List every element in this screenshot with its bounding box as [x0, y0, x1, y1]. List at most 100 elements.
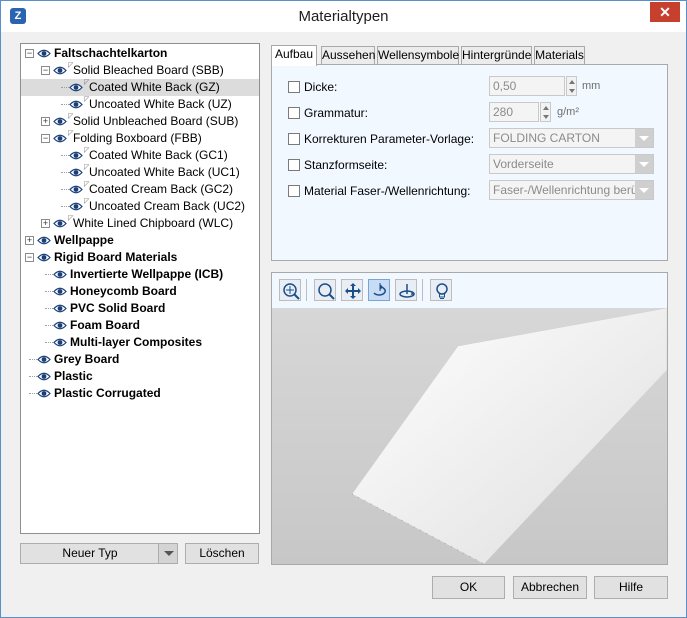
tree-item[interactable]: − ◸ Solid Bleached Board (SBB): [21, 62, 259, 79]
fiber-direction-value: Faser-/Wellenrichtung berück: [493, 183, 650, 197]
visibility-eye-icon[interactable]: [69, 201, 83, 212]
die-side-dropdown[interactable]: Vorderseite: [489, 154, 654, 174]
tab-aufbau[interactable]: Aufbau: [271, 45, 317, 66]
zoom-icon[interactable]: [314, 279, 336, 301]
new-type-dropdown-button[interactable]: Neuer Typ: [20, 543, 178, 564]
expand-icon[interactable]: +: [25, 236, 34, 245]
chevron-down-icon[interactable]: [635, 181, 653, 199]
thickness-unit: mm: [582, 80, 601, 92]
tree-item[interactable]: Plastic Corrugated: [21, 385, 259, 402]
tree-item[interactable]: + Wellpappe: [21, 232, 259, 249]
tree-connector: [61, 189, 69, 190]
visibility-eye-icon[interactable]: [53, 65, 67, 76]
fiber-direction-checkbox[interactable]: [288, 185, 300, 197]
close-button[interactable]: ✕: [650, 2, 680, 22]
tree-item[interactable]: Grey Board: [21, 351, 259, 368]
3d-canvas[interactable]: [272, 307, 668, 565]
help-button[interactable]: Hilfe: [594, 576, 668, 599]
visibility-eye-icon[interactable]: [53, 133, 67, 144]
collapse-icon[interactable]: −: [41, 66, 50, 75]
tree-item-label: Uncoated White Back (UC1): [89, 165, 240, 179]
fiber-direction-dropdown[interactable]: Faser-/Wellenrichtung berück: [489, 180, 654, 200]
tree-item[interactable]: PVC Solid Board: [21, 300, 259, 317]
visibility-eye-icon[interactable]: [69, 82, 83, 93]
rotate-icon[interactable]: [368, 279, 390, 301]
grammage-label: Grammatur:: [304, 106, 369, 120]
tab-materials[interactable]: Materials: [534, 46, 585, 64]
tree-item[interactable]: ◸ Uncoated White Back (UZ): [21, 96, 259, 113]
tree-item[interactable]: ◸ Coated White Back (GC1): [21, 147, 259, 164]
correction-template-row: Korrekturen Parameter-Vorlage: FOLDING C…: [272, 128, 667, 150]
tree-item[interactable]: ◸ Uncoated Cream Back (UC2): [21, 198, 259, 215]
grammage-checkbox[interactable]: [288, 107, 300, 119]
tree-item[interactable]: − Faltschachtelkarton: [21, 45, 259, 62]
tab-aussehen[interactable]: Aussehen: [321, 46, 375, 64]
correction-template-dropdown[interactable]: FOLDING CARTON: [489, 128, 654, 148]
tree-connector: [45, 291, 53, 292]
tree-connector: [61, 206, 69, 207]
tree-item[interactable]: Invertierte Wellpappe (ICB): [21, 266, 259, 283]
collapse-icon[interactable]: −: [25, 49, 34, 58]
tree-item-label: Faltschachtelkarton: [54, 46, 168, 60]
tree-connector: [29, 359, 37, 360]
tree-item[interactable]: + ◸ White Lined Chipboard (WLC): [21, 215, 259, 232]
visibility-eye-icon[interactable]: [37, 252, 51, 263]
tree-item[interactable]: Plastic: [21, 368, 259, 385]
chevron-down-icon[interactable]: [635, 155, 653, 173]
grammage-input[interactable]: 280: [489, 102, 539, 122]
cancel-button[interactable]: Abbrechen: [513, 576, 587, 599]
die-side-row: Stanzformseite: Vorderseite: [272, 154, 667, 176]
tree-item[interactable]: − Rigid Board Materials: [21, 249, 259, 266]
visibility-eye-icon[interactable]: [53, 303, 67, 314]
tree-item[interactable]: ◸ Uncoated White Back (UC1): [21, 164, 259, 181]
tree-item[interactable]: − ◸ Folding Boxboard (FBB): [21, 130, 259, 147]
visibility-eye-icon[interactable]: [69, 99, 83, 110]
visibility-eye-icon[interactable]: [53, 286, 67, 297]
collapse-icon[interactable]: −: [41, 134, 50, 143]
visibility-eye-icon[interactable]: [37, 388, 51, 399]
tree-item[interactable]: ◸ Coated Cream Back (GC2): [21, 181, 259, 198]
tree-item[interactable]: + ◸ Solid Unbleached Board (SUB): [21, 113, 259, 130]
tree-item[interactable]: Foam Board: [21, 317, 259, 334]
tree-item[interactable]: Multi-layer Composites: [21, 334, 259, 351]
delete-button[interactable]: Löschen: [185, 543, 259, 564]
material-tree[interactable]: − Faltschachtelkarton − ◸ Solid Bleached Boa…: [20, 43, 260, 534]
visibility-eye-icon[interactable]: [53, 269, 67, 280]
expand-icon[interactable]: +: [41, 219, 50, 228]
tab-wellensymbole[interactable]: Wellensymbole: [377, 46, 459, 64]
thickness-input[interactable]: 0,50: [489, 76, 565, 96]
light-bulb-icon[interactable]: [430, 279, 452, 301]
die-side-value: Vorderseite: [493, 157, 554, 171]
ok-button[interactable]: OK: [432, 576, 505, 599]
tree-item[interactable]: ◸ Coated White Back (GZ): [21, 79, 259, 96]
visibility-eye-icon[interactable]: [53, 218, 67, 229]
tree-connector: [45, 308, 53, 309]
tree-item-label: Invertierte Wellpappe (ICB): [70, 267, 224, 281]
chevron-down-icon[interactable]: [158, 544, 177, 563]
zoom-fit-icon[interactable]: [279, 279, 301, 301]
visibility-eye-icon[interactable]: [37, 371, 51, 382]
tree-connector: [45, 325, 53, 326]
orbit-icon[interactable]: [395, 279, 417, 301]
grammage-spinner[interactable]: [540, 102, 551, 122]
visibility-eye-icon[interactable]: [69, 184, 83, 195]
expand-icon[interactable]: +: [41, 117, 50, 126]
thickness-spinner[interactable]: [566, 76, 577, 96]
thickness-checkbox[interactable]: [288, 81, 300, 93]
collapse-icon[interactable]: −: [25, 253, 34, 262]
tree-item[interactable]: Honeycomb Board: [21, 283, 259, 300]
pan-icon[interactable]: [341, 279, 363, 301]
visibility-eye-icon[interactable]: [37, 235, 51, 246]
tab-hintergruende[interactable]: Hintergründe: [461, 46, 532, 64]
visibility-eye-icon[interactable]: [69, 167, 83, 178]
die-side-checkbox[interactable]: [288, 159, 300, 171]
correction-template-value: FOLDING CARTON: [493, 131, 600, 145]
visibility-eye-icon[interactable]: [53, 116, 67, 127]
visibility-eye-icon[interactable]: [37, 354, 51, 365]
chevron-down-icon[interactable]: [635, 129, 653, 147]
visibility-eye-icon[interactable]: [53, 337, 67, 348]
visibility-eye-icon[interactable]: [53, 320, 67, 331]
visibility-eye-icon[interactable]: [37, 48, 51, 59]
correction-template-checkbox[interactable]: [288, 133, 300, 145]
visibility-eye-icon[interactable]: [69, 150, 83, 161]
